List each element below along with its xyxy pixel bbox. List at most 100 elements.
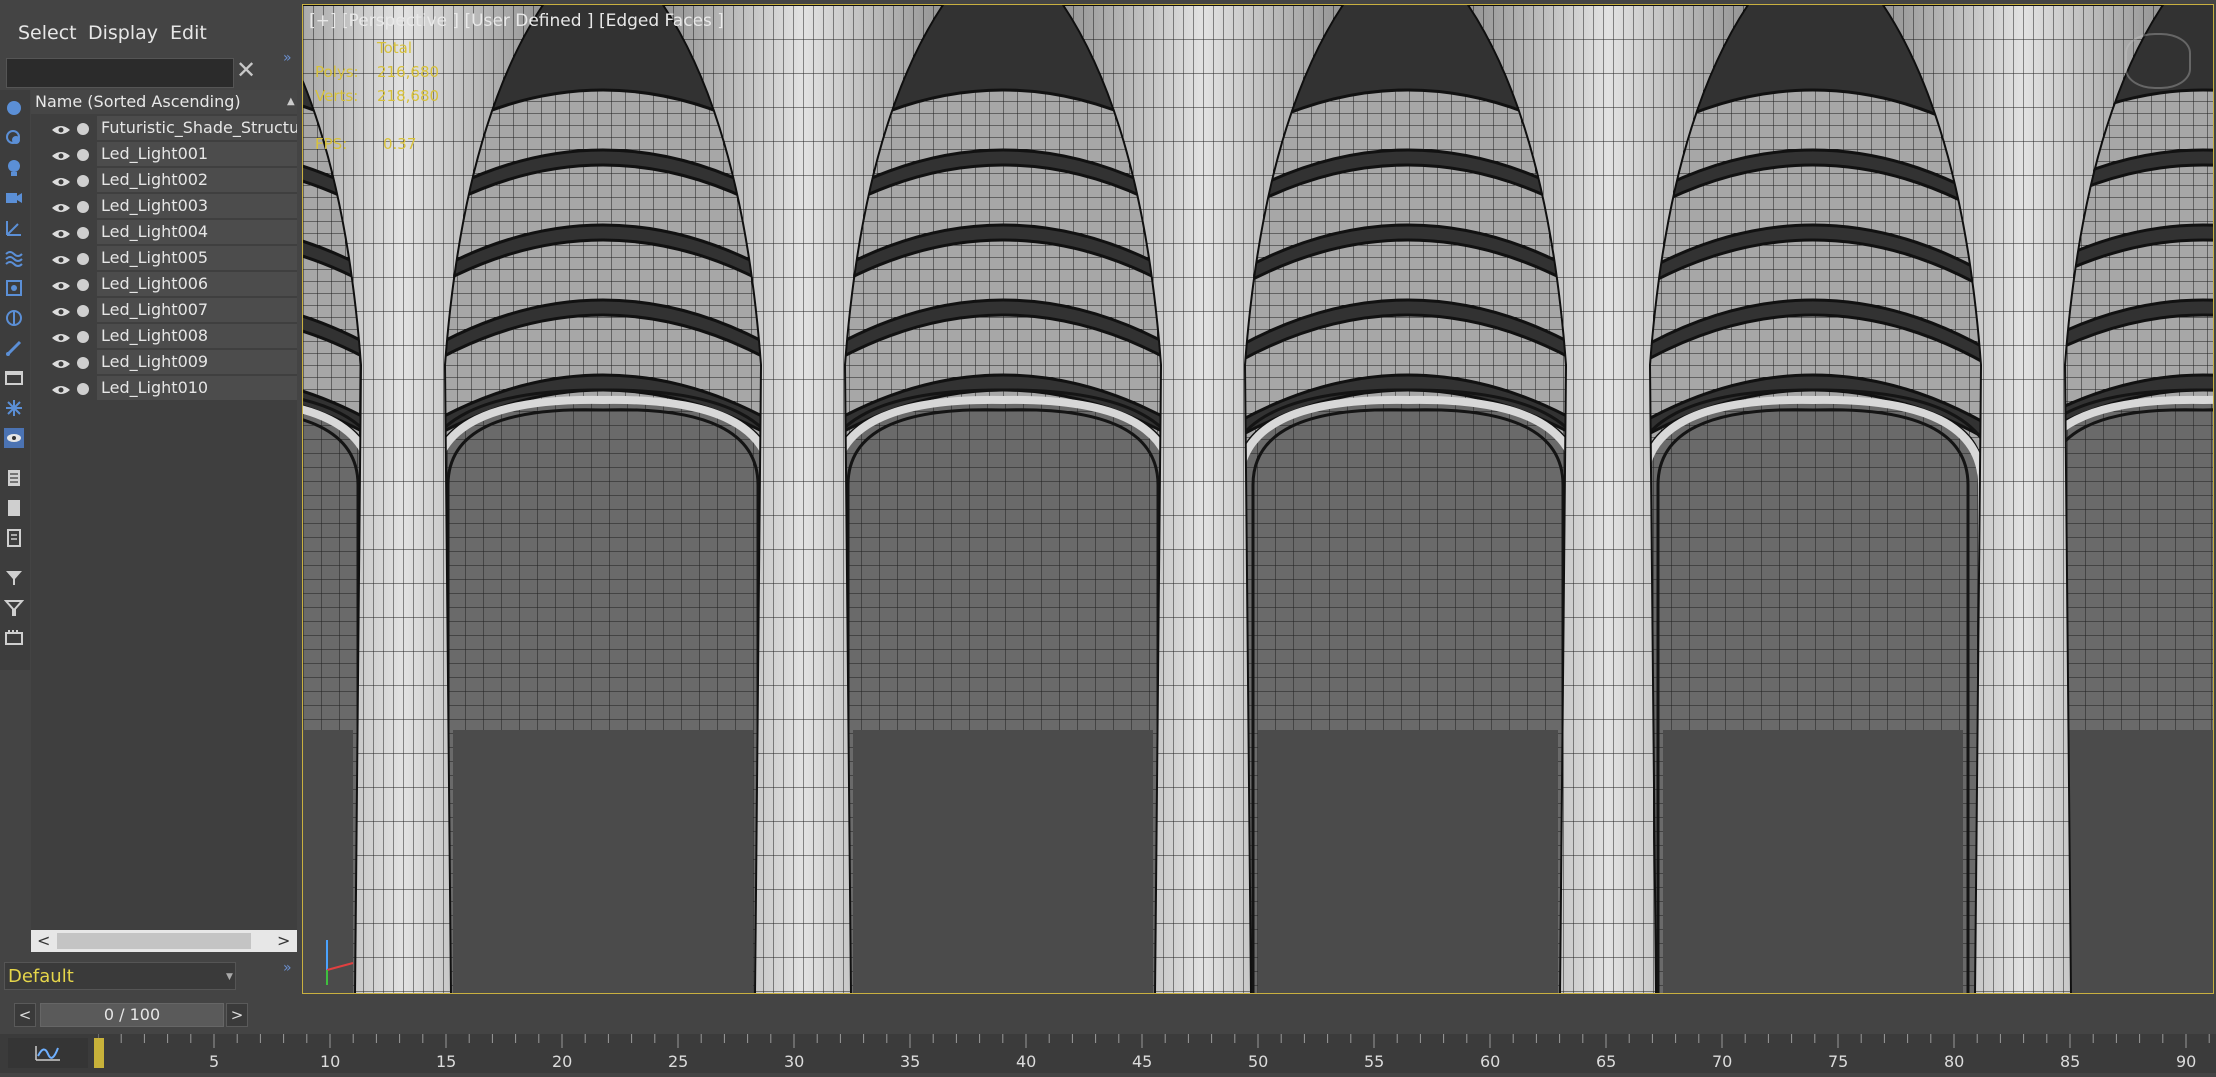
time-slider[interactable]: 0 / 100 <box>40 1003 224 1027</box>
arch-void <box>453 730 753 993</box>
viewport-label-menu[interactable]: [+] [Perspective ] [User Defined ] [Edge… <box>309 11 724 31</box>
ruler-tick-label: 90 <box>2176 1052 2197 1071</box>
layer-manager-icon[interactable] <box>4 628 24 648</box>
scene-explorer: Select Display Edit ✕ » Name (Sorted Asc… <box>0 0 300 1000</box>
ruler-tick-label: 35 <box>900 1052 921 1071</box>
horizontal-scrollbar[interactable]: < > <box>31 930 297 952</box>
ruler-tick-label: 40 <box>1016 1052 1037 1071</box>
ruler-tick-label: 10 <box>320 1052 341 1071</box>
visibility-eye-icon[interactable] <box>51 124 71 136</box>
ruler-ticks <box>97 1034 2210 1048</box>
stats-fps-value: 0.37 <box>383 135 417 153</box>
scrollbar-thumb[interactable] <box>57 933 251 949</box>
layer-dropdown[interactable]: Default <box>4 962 236 990</box>
filter-toggle-icon[interactable] <box>4 568 24 588</box>
camera-filter-icon[interactable] <box>4 188 24 208</box>
shape-filter-icon[interactable] <box>4 128 24 148</box>
list-item-label: Led_Light002 <box>97 168 297 192</box>
menu-select[interactable]: Select <box>18 22 77 44</box>
visibility-eye-icon[interactable] <box>51 254 71 266</box>
display-none-icon[interactable] <box>4 498 24 518</box>
sort-ascending-icon: ▲ <box>287 96 295 107</box>
frame-controls: < 0 / 100 > <box>0 1000 2216 1030</box>
list-item[interactable]: Led_Light003 <box>31 194 297 220</box>
list-item-label: Futuristic_Shade_Structure <box>97 116 297 140</box>
xref-filter-icon[interactable] <box>4 308 24 328</box>
visibility-eye-icon[interactable] <box>51 228 71 240</box>
render-toggle-icon[interactable] <box>77 175 89 187</box>
list-item[interactable]: Led_Light007 <box>31 298 297 324</box>
visibility-eye-icon[interactable] <box>51 280 71 292</box>
invert-display-icon[interactable] <box>4 528 24 548</box>
current-time-marker[interactable] <box>94 1038 104 1068</box>
timeline-ruler[interactable]: 051015202530354045505560657075808590 <box>93 1034 2216 1073</box>
search-input[interactable] <box>6 58 234 88</box>
bone-filter-icon[interactable] <box>4 338 24 358</box>
list-item[interactable]: Led_Light008 <box>31 324 297 350</box>
list-item[interactable]: Led_Light006 <box>31 272 297 298</box>
filter-icon[interactable] <box>4 598 24 618</box>
list-item[interactable]: Led_Light002 <box>31 168 297 194</box>
hidden-filter-icon[interactable] <box>4 428 24 448</box>
ruler-tick-label: 70 <box>1712 1052 1733 1071</box>
frozen-filter-icon[interactable] <box>4 398 24 418</box>
previous-frame-button[interactable]: < <box>14 1003 36 1027</box>
visibility-eye-icon[interactable] <box>51 202 71 214</box>
render-toggle-icon[interactable] <box>77 201 89 213</box>
arch-void <box>853 730 1153 993</box>
list-item-label: Led_Light010 <box>97 376 297 400</box>
render-toggle-icon[interactable] <box>77 123 89 135</box>
visibility-eye-icon[interactable] <box>51 384 71 396</box>
perspective-viewport[interactable]: [+] [Perspective ] [User Defined ] [Edge… <box>302 4 2214 994</box>
group-filter-icon[interactable] <box>4 278 24 298</box>
light-filter-icon[interactable] <box>4 158 24 178</box>
column-header-name[interactable]: Name (Sorted Ascending) ▲ <box>31 90 297 114</box>
render-toggle-icon[interactable] <box>77 383 89 395</box>
viewcube-icon[interactable] <box>2125 33 2191 89</box>
helper-filter-icon[interactable] <box>4 218 24 238</box>
menu-display[interactable]: Display <box>88 22 158 44</box>
list-item[interactable]: Led_Light001 <box>31 142 297 168</box>
visibility-eye-icon[interactable] <box>51 358 71 370</box>
expand-chevron-icon[interactable]: » <box>283 960 292 976</box>
container-filter-icon[interactable] <box>4 368 24 388</box>
list-item[interactable]: Led_Light009 <box>31 350 297 376</box>
display-all-icon[interactable] <box>4 468 24 488</box>
next-frame-button[interactable]: > <box>226 1003 248 1027</box>
render-toggle-icon[interactable] <box>77 305 89 317</box>
filter-toolbar <box>0 90 30 670</box>
spacewarp-filter-icon[interactable] <box>4 248 24 268</box>
expand-chevron-icon[interactable]: » <box>283 50 292 66</box>
render-toggle-icon[interactable] <box>77 227 89 239</box>
geometry-filter-icon[interactable] <box>4 98 24 118</box>
stats-polys-value: 216,680 <box>377 63 440 81</box>
render-toggle-icon[interactable] <box>77 149 89 161</box>
render-toggle-icon[interactable] <box>77 331 89 343</box>
ruler-tick-label: 80 <box>1944 1052 1965 1071</box>
list-item[interactable]: Led_Light004 <box>31 220 297 246</box>
render-toggle-icon[interactable] <box>77 357 89 369</box>
visibility-eye-icon[interactable] <box>51 150 71 162</box>
ruler-tick-label: 45 <box>1132 1052 1153 1071</box>
list-item-label: Led_Light004 <box>97 220 297 244</box>
chevron-down-icon[interactable]: ▼ <box>226 972 233 982</box>
visibility-eye-icon[interactable] <box>51 306 71 318</box>
menu-edit[interactable]: Edit <box>170 22 207 44</box>
scroll-right-icon[interactable]: > <box>277 930 290 952</box>
render-toggle-icon[interactable] <box>77 279 89 291</box>
curve-editor-button[interactable] <box>8 1038 88 1068</box>
list-item[interactable]: Futuristic_Shade_Structure <box>31 116 297 142</box>
render-toggle-icon[interactable] <box>77 253 89 265</box>
wireframe-scene <box>303 5 2213 993</box>
ruler-tick-label: 65 <box>1596 1052 1617 1071</box>
close-icon[interactable]: ✕ <box>236 56 256 84</box>
list-item[interactable]: Led_Light010 <box>31 376 297 402</box>
visibility-eye-icon[interactable] <box>51 176 71 188</box>
explorer-menu-bar: Select Display Edit <box>0 0 300 48</box>
visibility-eye-icon[interactable] <box>51 332 71 344</box>
scroll-left-icon[interactable]: < <box>37 930 50 952</box>
list-item-label: Led_Light006 <box>97 272 297 296</box>
list-item[interactable]: Led_Light005 <box>31 246 297 272</box>
arch-mesh <box>303 388 2213 993</box>
ruler-tick-label: 85 <box>2060 1052 2081 1071</box>
